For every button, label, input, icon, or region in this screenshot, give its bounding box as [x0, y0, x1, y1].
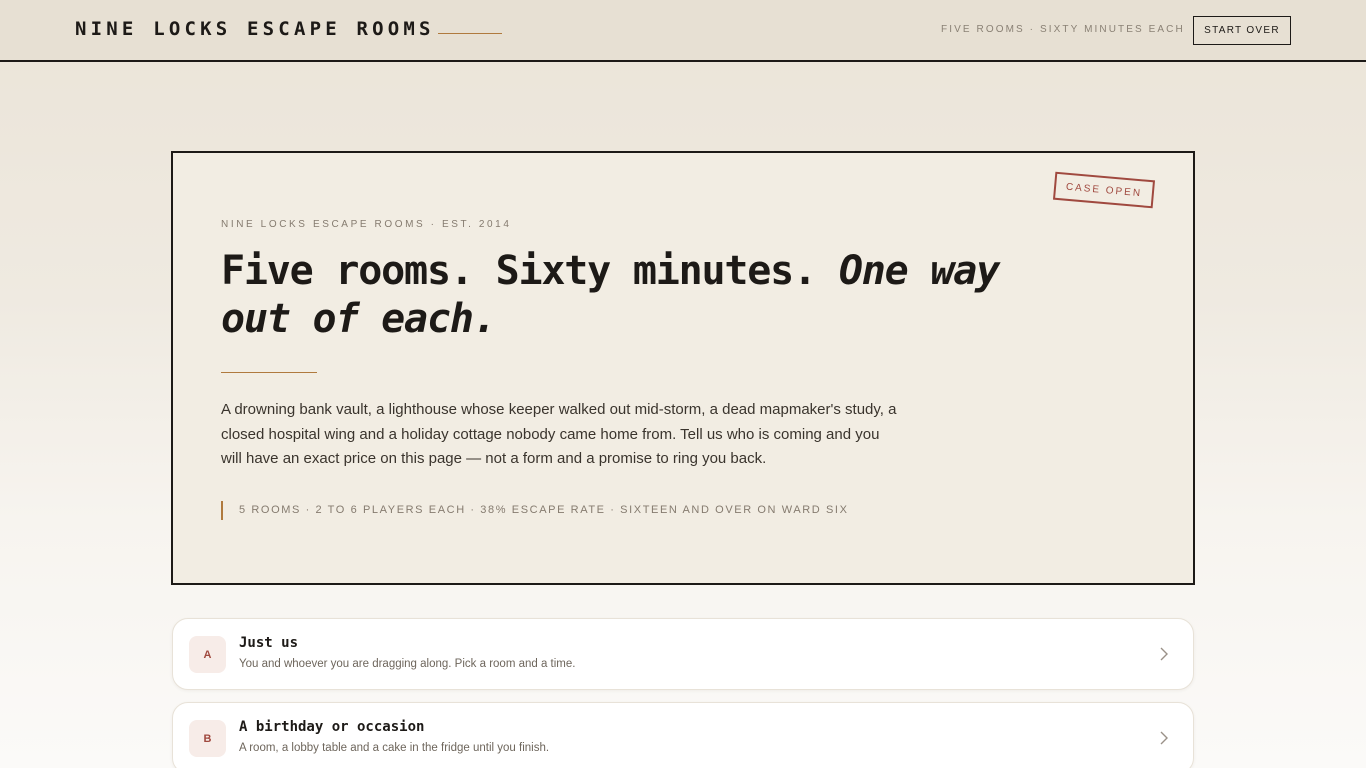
- header-tagline: FIVE ROOMS · SIXTY MINUTES EACH: [941, 24, 1185, 35]
- option-description: A room, a lobby table and a cake in the …: [239, 742, 550, 754]
- hero-stats: 5 ROOMS · 2 TO 6 PLAYERS EACH · 38% ESCA…: [221, 501, 849, 520]
- hero-eyebrow: NINE LOCKS ESCAPE ROOMS · EST. 2014: [221, 219, 512, 230]
- option-just-us[interactable]: A Just us You and whoever you are draggi…: [172, 618, 1194, 690]
- chevron-right-icon: [1160, 731, 1168, 745]
- top-bar: NINE LOCKS ESCAPE ROOMS FIVE ROOMS · SIX…: [0, 0, 1366, 62]
- hero-headline: Five rooms. Sixty minutes. One way out o…: [221, 247, 1021, 343]
- start-over-button[interactable]: START OVER: [1193, 16, 1291, 45]
- hero-rule-divider: [221, 372, 317, 373]
- case-open-stamp: CASE OPEN: [1052, 171, 1156, 209]
- headline-plain: Five rooms. Sixty minutes.: [221, 248, 839, 294]
- option-title: Just us: [239, 635, 299, 651]
- hero-card: CASE OPEN NINE LOCKS ESCAPE ROOMS · EST.…: [171, 151, 1195, 585]
- brand-rule-divider: [438, 33, 502, 34]
- option-description: You and whoever you are dragging along. …: [239, 658, 576, 670]
- option-birthday-occasion[interactable]: B A birthday or occasion A room, a lobby…: [172, 702, 1194, 768]
- hero-lede: A drowning bank vault, a lighthouse whos…: [221, 401, 897, 467]
- chevron-right-icon: [1160, 647, 1168, 661]
- option-title: A birthday or occasion: [239, 719, 425, 735]
- brand-logo[interactable]: NINE LOCKS ESCAPE ROOMS: [75, 18, 435, 40]
- option-badge: A: [189, 636, 226, 673]
- option-badge: B: [189, 720, 226, 757]
